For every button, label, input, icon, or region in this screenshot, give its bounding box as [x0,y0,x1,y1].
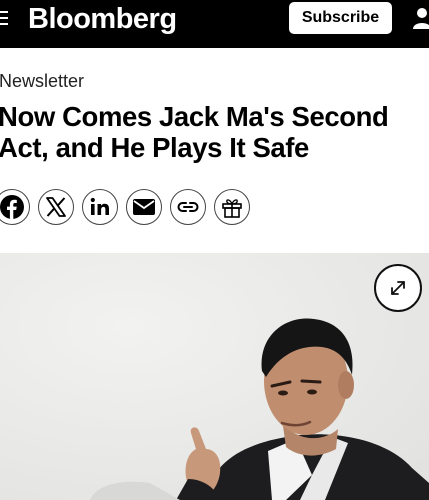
email-share-button[interactable] [126,189,162,225]
gift-icon [222,199,242,218]
linkedin-icon [90,197,109,215]
top-bar: Bloomberg Subscribe [0,0,429,48]
copy-link-button[interactable] [170,189,206,225]
x-icon [46,197,66,217]
hero-image[interactable] [0,253,429,500]
subscribe-button[interactable]: Subscribe [289,2,392,34]
expand-icon [391,281,405,295]
brand-logo[interactable]: Bloomberg [28,2,177,36]
linkedin-share-button[interactable] [82,189,118,225]
facebook-share-button[interactable] [0,189,30,225]
gift-article-button[interactable] [214,189,250,225]
user-icon[interactable] [412,6,429,30]
article-headline: Now Comes Jack Ma's Second Act, and He P… [0,101,389,163]
x-share-button[interactable] [38,189,74,225]
expand-image-button[interactable] [374,264,422,312]
facebook-icon [0,195,24,220]
copy-link-icon [177,202,199,212]
share-bar [0,189,250,225]
hamburger-menu-icon[interactable] [0,11,10,27]
hero-photo [0,253,429,500]
article-kicker[interactable]: Newsletter [0,71,84,92]
email-icon [133,199,155,215]
